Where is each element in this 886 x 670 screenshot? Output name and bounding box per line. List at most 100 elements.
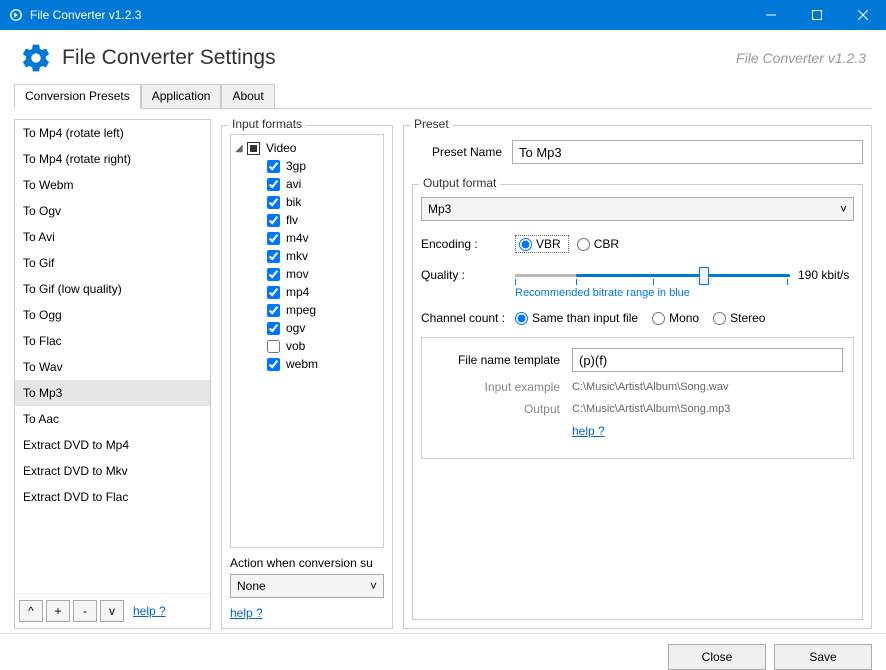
- format-checkbox[interactable]: [267, 322, 280, 335]
- preset-item[interactable]: To Flac: [15, 328, 210, 354]
- format-label: flv: [286, 213, 298, 227]
- version-label: File Converter v1.2.3: [736, 50, 866, 66]
- output-example-label: Output: [432, 402, 572, 416]
- output-format-dropdown[interactable]: Mp3 ˅: [421, 197, 854, 221]
- format-item[interactable]: mpeg: [233, 301, 381, 319]
- preset-item[interactable]: To Avi: [15, 224, 210, 250]
- channel-stereo-radio[interactable]: Stereo: [713, 311, 765, 325]
- save-button[interactable]: Save: [774, 644, 872, 670]
- page-title: File Converter Settings: [62, 46, 736, 70]
- tab-application[interactable]: Application: [141, 84, 222, 109]
- minimize-button[interactable]: [748, 0, 794, 30]
- tabs: Conversion Presets Application About: [14, 84, 872, 109]
- maximize-button[interactable]: [794, 0, 840, 30]
- preset-item[interactable]: To Wav: [15, 354, 210, 380]
- remove-button[interactable]: -: [73, 600, 97, 622]
- quality-label: Quality :: [421, 268, 515, 282]
- format-label: webm: [286, 357, 318, 371]
- quality-note: Recommended bitrate range in blue: [515, 287, 854, 299]
- format-item[interactable]: m4v: [233, 229, 381, 247]
- chevron-down-icon: ˅: [840, 202, 847, 216]
- format-checkbox[interactable]: [267, 268, 280, 281]
- format-checkbox[interactable]: [267, 340, 280, 353]
- input-formats-group: Input formats ◢ Video 3gpavibikflvm4vmkv…: [221, 125, 393, 629]
- presets-help-link[interactable]: help ?: [133, 604, 166, 618]
- format-item[interactable]: 3gp: [233, 157, 381, 175]
- format-checkbox[interactable]: [267, 286, 280, 299]
- tree-group-video[interactable]: ◢ Video: [233, 139, 381, 157]
- collapse-icon[interactable]: ◢: [235, 143, 247, 154]
- input-example-label: Input example: [432, 380, 572, 394]
- format-checkbox[interactable]: [267, 196, 280, 209]
- preset-item[interactable]: To Mp4 (rotate left): [15, 120, 210, 146]
- fn-template-input[interactable]: [572, 348, 843, 372]
- preset-item[interactable]: To Gif: [15, 250, 210, 276]
- preset-item[interactable]: Extract DVD to Flac: [15, 484, 210, 510]
- preset-name-input[interactable]: [512, 140, 863, 164]
- channel-label: Channel count :: [421, 311, 515, 325]
- format-checkbox[interactable]: [267, 250, 280, 263]
- format-checkbox[interactable]: [267, 160, 280, 173]
- tab-presets[interactable]: Conversion Presets: [14, 84, 141, 109]
- window-title: File Converter v1.2.3: [30, 8, 748, 22]
- output-format-group: Output format Mp3 ˅ Encoding : VBR CBR Q…: [412, 184, 863, 620]
- preset-item[interactable]: Extract DVD to Mp4: [15, 432, 210, 458]
- action-dropdown[interactable]: None ˅: [230, 574, 384, 598]
- group-checkbox-indeterminate[interactable]: [247, 142, 260, 155]
- preset-item[interactable]: To Aac: [15, 406, 210, 432]
- formats-tree[interactable]: ◢ Video 3gpavibik flv m4v mkv mov mp4 mpegogvv…: [230, 134, 384, 548]
- input-help-link[interactable]: help ?: [230, 606, 384, 620]
- footer: Close Save: [0, 633, 886, 670]
- preset-item[interactable]: To Webm: [15, 172, 210, 198]
- preset-item[interactable]: Extract DVD to Mkv: [15, 458, 210, 484]
- tree-group-label: Video: [266, 141, 296, 155]
- close-button-footer[interactable]: Close: [668, 644, 766, 670]
- format-item[interactable]: ogv: [233, 319, 381, 337]
- format-item[interactable]: avi: [233, 175, 381, 193]
- format-item[interactable]: bik: [233, 193, 381, 211]
- encoding-vbr-radio[interactable]: VBR: [519, 237, 561, 251]
- channel-mono-radio[interactable]: Mono: [652, 311, 699, 325]
- preset-legend: Preset: [410, 117, 453, 131]
- close-button[interactable]: [840, 0, 886, 30]
- channel-same-radio[interactable]: Same than input file: [515, 311, 638, 325]
- preset-item[interactable]: To Ogv: [15, 198, 210, 224]
- format-checkbox[interactable]: [267, 304, 280, 317]
- input-example-value: C:\Music\Artist\Album\Song.wav: [572, 381, 729, 393]
- action-label: Action when conversion su: [230, 556, 384, 570]
- presets-list[interactable]: To Mp4 (rotate left)To Mp4 (rotate right…: [15, 120, 210, 593]
- preset-item[interactable]: To Mp4 (rotate right): [15, 146, 210, 172]
- format-label: mp4: [286, 285, 309, 299]
- format-item[interactable]: mkv: [233, 247, 381, 265]
- quality-value: 190 kbit/s: [798, 268, 854, 282]
- format-item[interactable]: flv: [233, 211, 381, 229]
- preset-item[interactable]: To Mp3: [15, 380, 210, 406]
- format-item[interactable]: mp4: [233, 283, 381, 301]
- format-label: mkv: [286, 249, 308, 263]
- encoding-cbr-radio[interactable]: CBR: [577, 237, 619, 251]
- output-example-value: C:\Music\Artist\Album\Song.mp3: [572, 403, 730, 415]
- format-checkbox[interactable]: [267, 214, 280, 227]
- format-item[interactable]: mov: [233, 265, 381, 283]
- move-up-button[interactable]: ^: [19, 600, 43, 622]
- format-label: m4v: [286, 231, 309, 245]
- fn-help-link[interactable]: help ?: [572, 424, 605, 438]
- preset-item[interactable]: To Ogg: [15, 302, 210, 328]
- filename-template-group: File name template Input example C:\Musi…: [421, 337, 854, 459]
- quality-slider[interactable]: [515, 265, 790, 285]
- fn-template-label: File name template: [432, 353, 572, 367]
- add-button[interactable]: +: [46, 600, 70, 622]
- gear-icon: [20, 42, 52, 74]
- format-checkbox[interactable]: [267, 178, 280, 191]
- move-down-button[interactable]: v: [100, 600, 124, 622]
- slider-thumb[interactable]: [699, 267, 709, 285]
- preset-item[interactable]: To Gif (low quality): [15, 276, 210, 302]
- encoding-label: Encoding :: [421, 237, 515, 251]
- tab-about[interactable]: About: [221, 84, 274, 109]
- presets-panel: To Mp4 (rotate left)To Mp4 (rotate right…: [14, 119, 211, 629]
- format-checkbox[interactable]: [267, 232, 280, 245]
- format-item[interactable]: vob: [233, 337, 381, 355]
- format-item[interactable]: webm: [233, 355, 381, 373]
- input-formats-legend: Input formats: [228, 117, 306, 131]
- format-checkbox[interactable]: [267, 358, 280, 371]
